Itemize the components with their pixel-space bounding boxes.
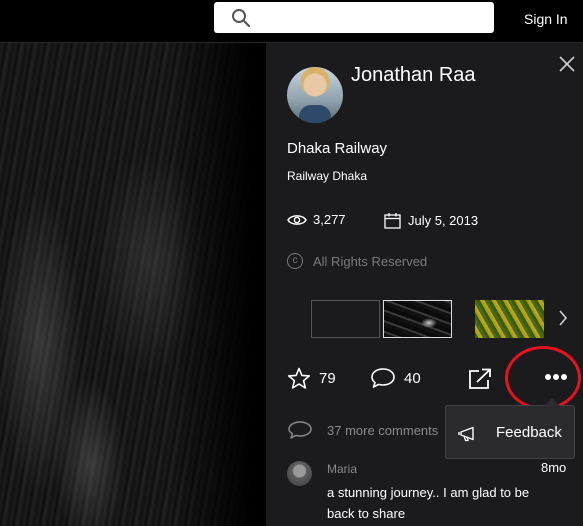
photo-title: Dhaka Railway — [287, 140, 388, 157]
eye-icon — [287, 214, 307, 225]
date-value: July 5, 2013 — [408, 213, 479, 228]
comment-text: a stunning journey.. I am glad to be bac… — [327, 485, 530, 521]
thumbnail-2[interactable] — [383, 300, 452, 338]
options-popup: Feedback — [445, 398, 575, 459]
feedback-menu-item[interactable]: Feedback — [446, 406, 574, 458]
thumbnail-3[interactable] — [475, 300, 544, 338]
copyright-notice: c All Rights Reserved — [287, 253, 427, 269]
comment-button[interactable]: 40 — [370, 367, 421, 389]
commenter-name[interactable]: Maria — [327, 462, 357, 476]
feedback-label: Feedback — [496, 424, 562, 441]
comments-count: 40 — [404, 369, 421, 387]
sign-in-link[interactable]: Sign In — [524, 11, 568, 27]
avatar-figure — [299, 105, 331, 123]
photo-viewer[interactable] — [0, 43, 266, 526]
calendar-icon — [384, 213, 401, 229]
views-value: 3,277 — [313, 212, 346, 227]
star-icon — [287, 367, 311, 389]
more-comments-label: 37 more comments — [327, 422, 439, 438]
more-options-icon[interactable] — [544, 373, 568, 381]
photo-date: July 5, 2013 — [384, 212, 478, 229]
rights-label: All Rights Reserved — [313, 253, 428, 269]
speech-bubble-icon — [371, 368, 395, 388]
chevron-right-icon[interactable] — [558, 309, 568, 327]
author-avatar[interactable] — [287, 67, 343, 123]
copyright-icon: c — [287, 253, 303, 269]
likes-count: 79 — [319, 370, 336, 387]
comment-icon — [288, 421, 312, 439]
photo-tags[interactable]: Railway Dhaka — [287, 169, 367, 183]
megaphone-icon — [458, 426, 474, 442]
popup-arrow — [544, 398, 560, 406]
close-icon[interactable] — [557, 54, 577, 74]
thumbnail-1[interactable] — [311, 300, 380, 338]
author-name[interactable]: Jonathan Raa — [351, 64, 476, 87]
search-icon — [232, 9, 251, 28]
comment-time: 8mo — [541, 460, 567, 475]
like-button[interactable]: 79 — [287, 367, 336, 390]
more-comments-link[interactable]: 37 more comments — [287, 420, 438, 440]
top-bar: Sign In — [0, 0, 583, 43]
commenter-avatar[interactable] — [287, 461, 312, 486]
views-count: 3,277 — [287, 212, 346, 227]
search-input[interactable] — [258, 6, 490, 30]
search-box[interactable] — [214, 2, 494, 33]
share-icon[interactable] — [468, 368, 492, 390]
photo-fade — [170, 43, 266, 526]
